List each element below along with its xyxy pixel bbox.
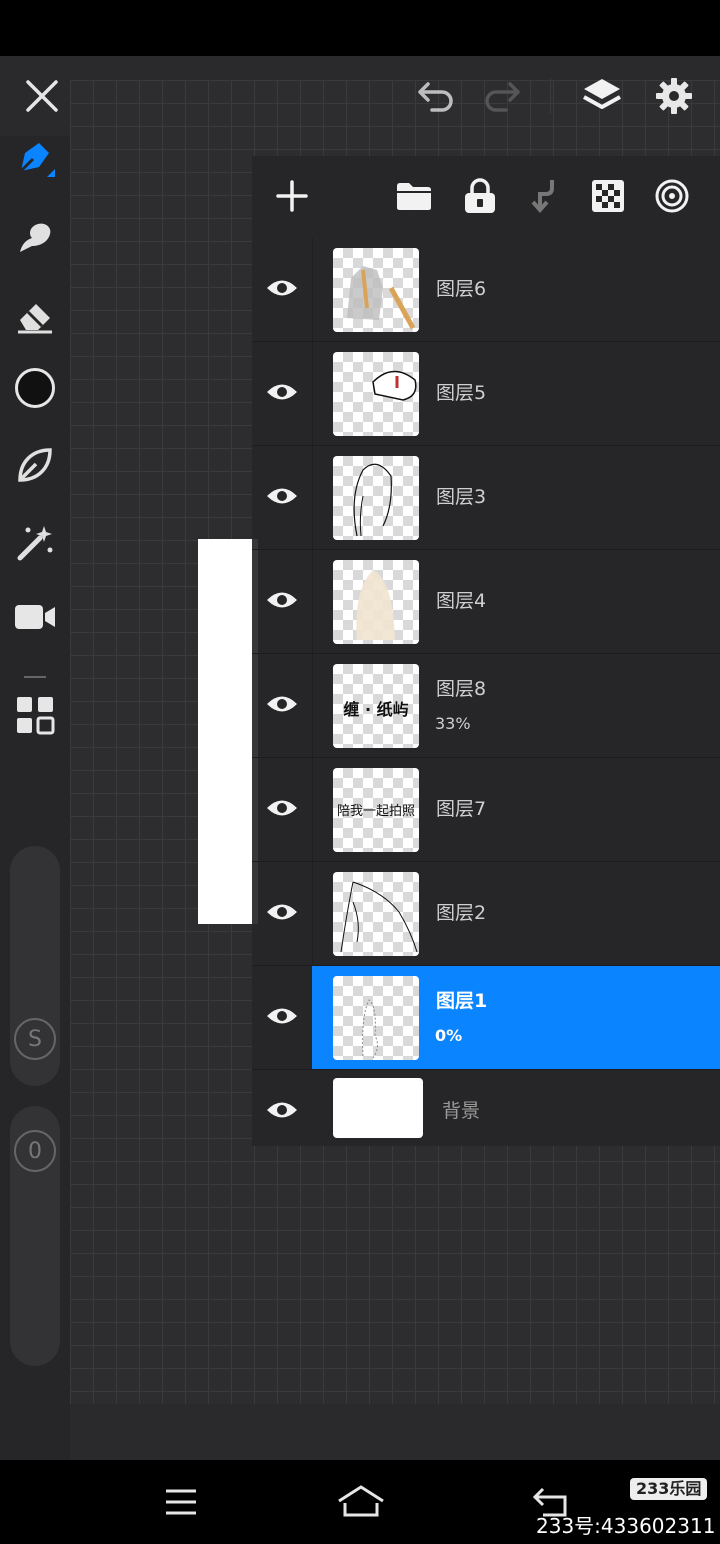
layer-name: 图层1 (436, 990, 488, 1012)
row-divider (312, 758, 313, 861)
eye-icon[interactable] (262, 268, 302, 308)
layer-thumbnail (333, 248, 419, 332)
row-divider (312, 446, 313, 549)
brush-size-knob[interactable]: S (14, 1018, 56, 1060)
brush-opacity-slider[interactable]: 0 (10, 1106, 60, 1366)
eraser-icon[interactable] (10, 292, 60, 338)
layer-name: 背景 (442, 1100, 481, 1122)
eye-icon[interactable] (262, 372, 302, 412)
eye-icon[interactable] (262, 996, 302, 1036)
layers-icon[interactable] (576, 72, 628, 120)
lock-icon[interactable] (460, 176, 500, 216)
layer-name: 图层6 (436, 278, 487, 300)
thumbnail-text: 缠 · 纸屿 (343, 700, 409, 719)
layer-row[interactable]: 缠 · 纸屿 图层8 33% (252, 654, 720, 758)
grid-icon[interactable] (10, 692, 60, 738)
layer-thumbnail: 陪我一起拍照 (333, 768, 419, 852)
layer-thumbnail (333, 560, 419, 644)
brush-size-slider[interactable]: S (10, 846, 60, 1086)
leaf-icon[interactable] (10, 442, 60, 488)
eye-icon[interactable] (262, 788, 302, 828)
layer-thumbnail (333, 872, 419, 956)
pen-icon[interactable] (10, 136, 60, 182)
thumbnail-text: 陪我一起拍照 (336, 804, 415, 819)
tool-sidebar: S 0 (0, 136, 70, 1460)
magic-wand-icon[interactable] (10, 520, 60, 566)
layer-thumbnail (333, 456, 419, 540)
sidebar-divider (24, 676, 46, 678)
camera-icon[interactable] (10, 594, 60, 640)
checker-icon[interactable] (588, 176, 628, 216)
layer-thumbnail (333, 976, 419, 1060)
layer-name: 图层2 (436, 902, 487, 924)
layer-row[interactable]: 陪我一起拍照 图层7 (252, 758, 720, 862)
row-divider (312, 238, 313, 341)
layer-row[interactable]: 图层1 0% (252, 966, 720, 1070)
layer-thumbnail (333, 352, 419, 436)
home-icon[interactable] (334, 1480, 388, 1524)
top-toolbar (0, 56, 720, 136)
layer-name: 图层7 (436, 798, 487, 820)
gear-icon[interactable] (648, 72, 700, 120)
layer-opacity: 33% (435, 714, 471, 733)
menu-icon[interactable] (156, 1480, 206, 1524)
watermark-logo: 233乐园 (630, 1478, 708, 1500)
layer-panel-toolbar (252, 156, 720, 236)
color-swatch[interactable] (10, 364, 60, 412)
canvas-paper (198, 539, 258, 924)
layer-thumbnail: 缠 · 纸屿 (333, 664, 419, 748)
close-icon[interactable] (18, 74, 66, 118)
eye-icon[interactable] (262, 892, 302, 932)
layer-row[interactable]: 图层2 (252, 862, 720, 966)
background-thumbnail (333, 1078, 423, 1138)
toolbar-divider (550, 78, 551, 114)
redo-icon[interactable] (478, 74, 526, 118)
undo-icon[interactable] (412, 74, 460, 118)
add-icon[interactable] (272, 176, 312, 216)
layer-name: 图层5 (436, 382, 487, 404)
row-divider (312, 654, 313, 757)
status-bar (0, 0, 720, 56)
blend-icon[interactable] (652, 176, 692, 216)
layer-row-background[interactable]: 背景 (252, 1070, 720, 1173)
layer-opacity: 0% (435, 1026, 463, 1045)
row-divider (312, 342, 313, 445)
layer-row[interactable]: 图层6 (252, 238, 720, 342)
layer-row[interactable]: 图层3 (252, 446, 720, 550)
smudge-icon[interactable] (10, 214, 60, 260)
eye-icon[interactable] (262, 684, 302, 724)
eye-icon[interactable] (262, 476, 302, 516)
folder-icon[interactable] (394, 176, 434, 216)
brush-opacity-knob[interactable]: 0 (14, 1130, 56, 1172)
row-divider (312, 862, 313, 965)
merge-down-icon[interactable] (524, 176, 564, 216)
layer-panel: 图层6 图层5 图层3 图层4 缠 · 纸屿 图层8 33% 陪我一起拍照 图层… (252, 156, 720, 1146)
eye-icon[interactable] (262, 580, 302, 620)
watermark-id: 233号:433602311 (536, 1514, 716, 1538)
eye-icon[interactable] (262, 1090, 302, 1130)
layer-name: 图层3 (436, 486, 487, 508)
layer-row[interactable]: 图层5 (252, 342, 720, 446)
layer-row[interactable]: 图层4 (252, 550, 720, 654)
layer-name: 图层4 (436, 590, 487, 612)
layer-name: 图层8 (436, 678, 487, 700)
row-divider (312, 550, 313, 653)
